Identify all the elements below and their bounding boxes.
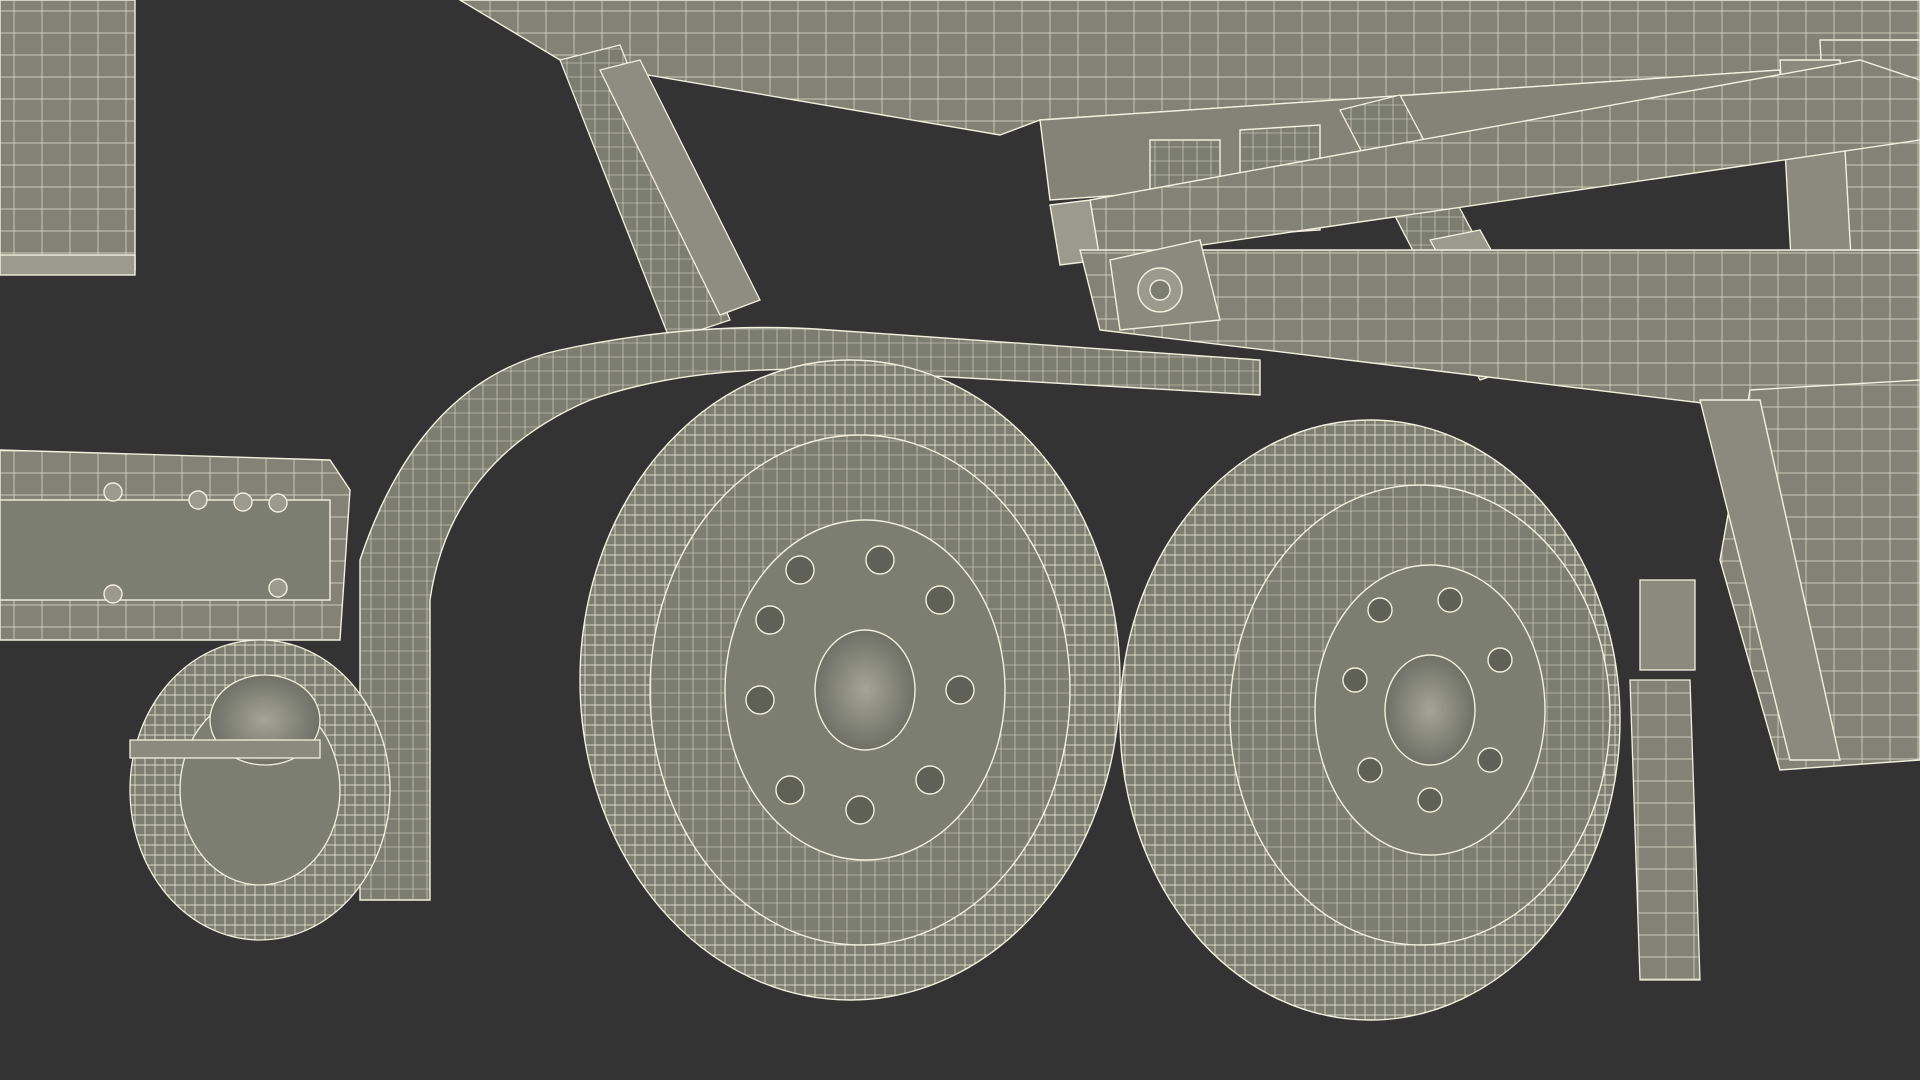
rear-mudflap	[1629, 579, 1701, 981]
left-chassis-arm	[0, 449, 351, 641]
trailer-front-block	[0, 0, 136, 276]
rear-tandem-wheel	[1119, 419, 1621, 1021]
wireframe-render	[0, 0, 1920, 1080]
front-tandem-wheel	[579, 359, 1121, 1001]
